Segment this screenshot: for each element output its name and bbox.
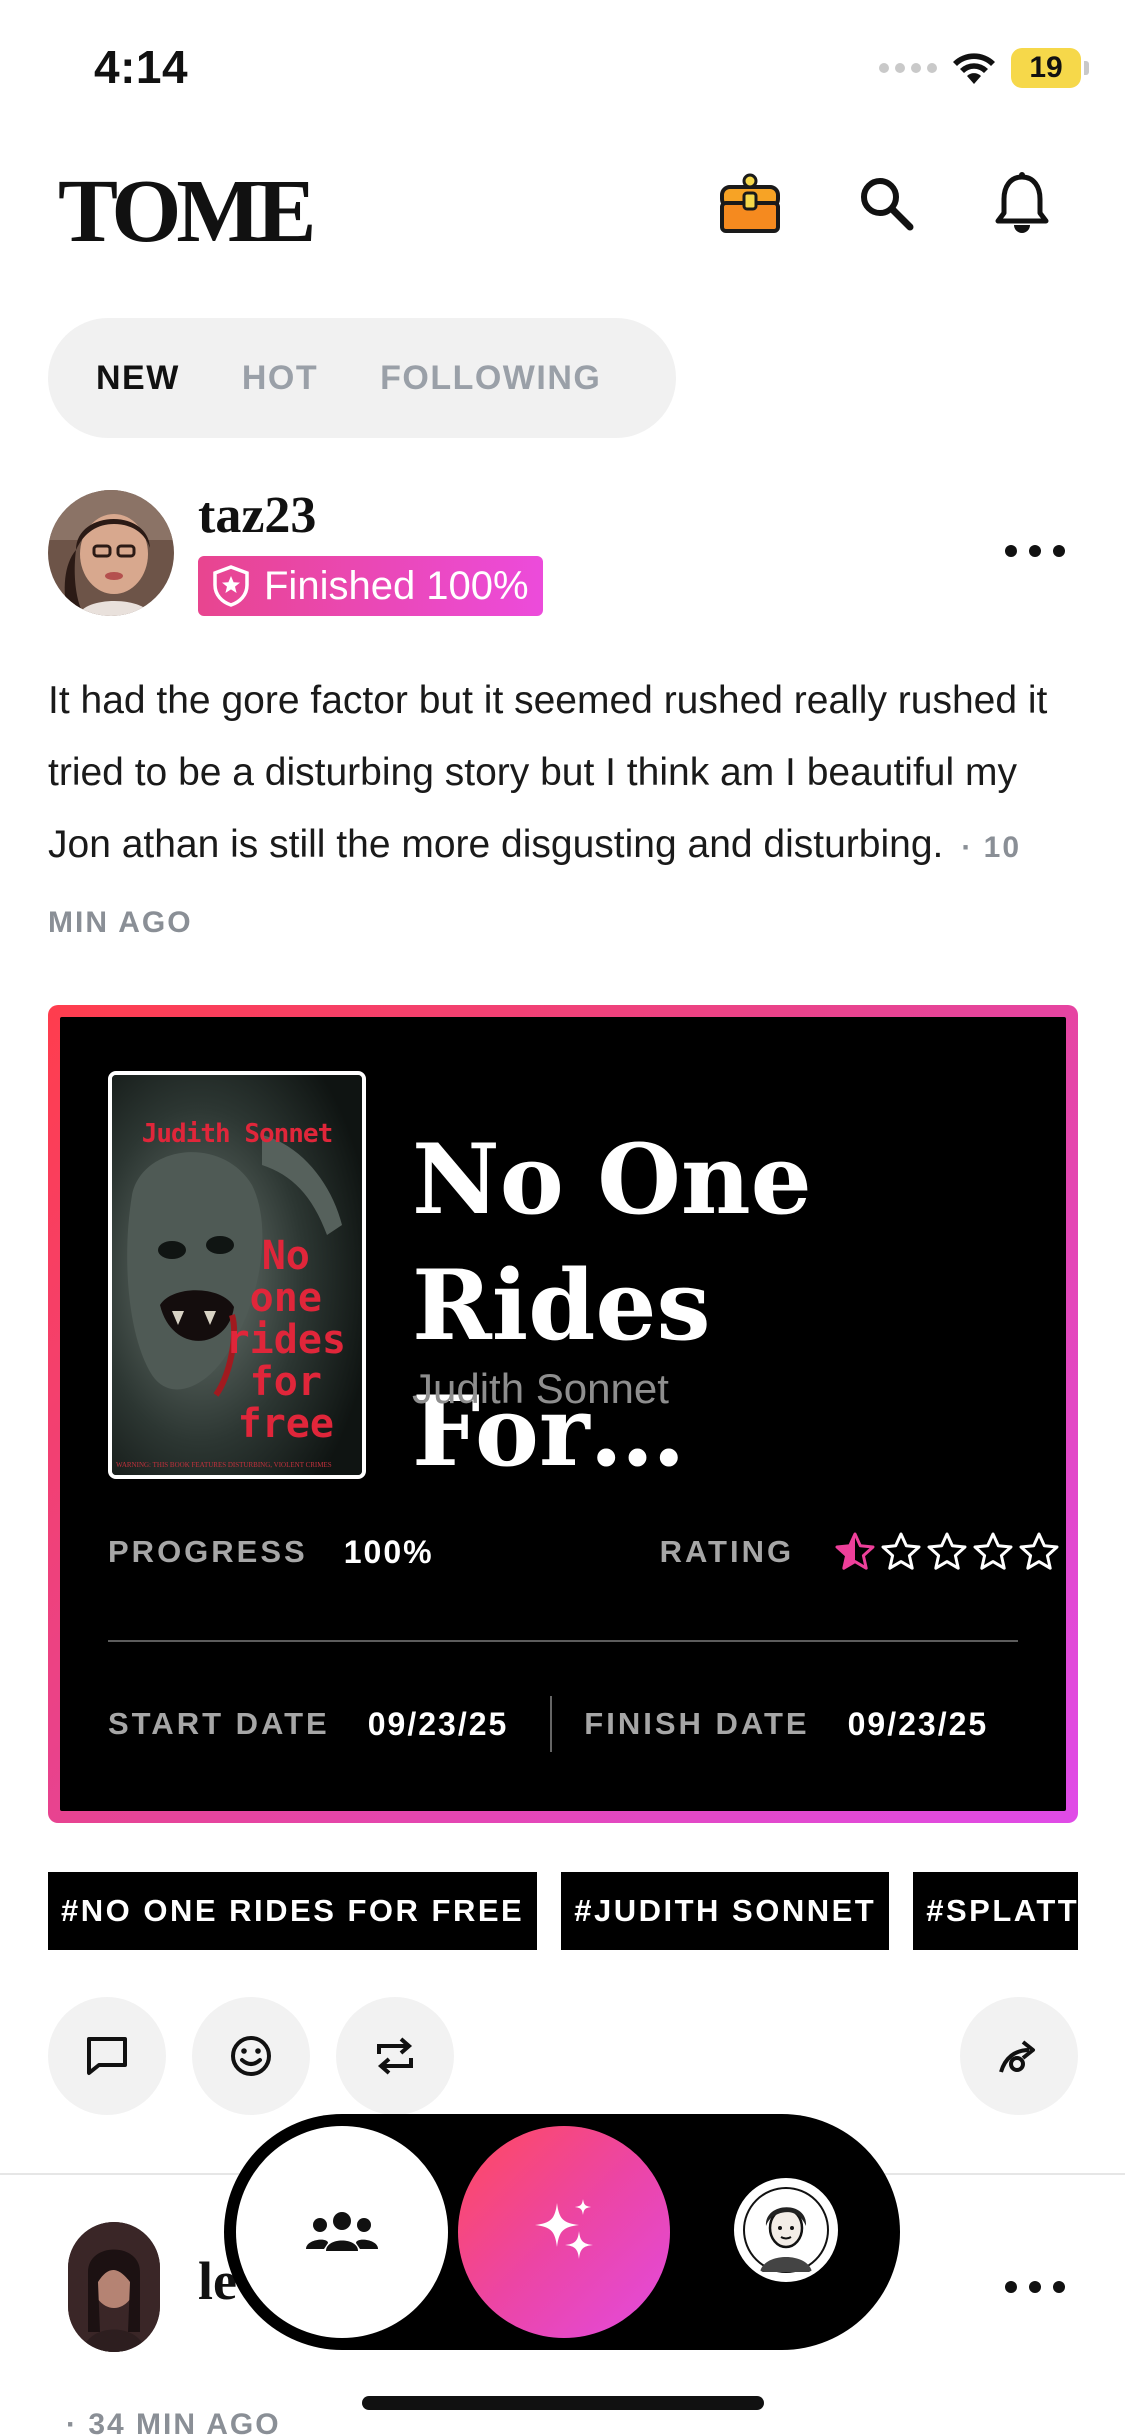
status-badge: Finished 100% [198,556,543,616]
nav-community-button[interactable] [236,2126,448,2338]
screen: 4:14 19 TOME NEW HOT FOLLOWING taz23 Fin… [0,0,1125,2436]
wifi-icon [953,53,995,84]
header-actions [717,170,1055,236]
react-button[interactable] [192,1997,310,2115]
tab-hot[interactable]: HOT [242,359,318,398]
share-icon [999,2040,1035,2073]
battery-indicator: 19 [1011,48,1089,88]
comment-button[interactable] [48,1997,166,2115]
home-indicator[interactable] [362,2396,764,2410]
start-date-value: 09/23/25 [367,1705,509,1742]
cover-title: No one rides for free [226,1235,346,1445]
status-bar: 4:14 19 [0,0,1125,140]
cover-title-line: rides [225,1317,346,1363]
hashtag-chip[interactable]: #NO ONE RIDES FOR FREE [48,1872,538,1950]
avatar[interactable] [48,490,174,616]
tab-following[interactable]: FOLLOWING [380,359,601,398]
cover-title-line: No [261,1233,310,1279]
rating-stars [834,1531,1060,1573]
book-title[interactable]: No One Rides For… [412,1117,1012,1495]
book-card-inner: Judith Sonnet No one rides for free WARN… [60,1017,1066,1811]
cover-warning: WARNING: THIS BOOK FEATURES DISTURBING, … [116,1461,332,1469]
divider [108,1640,1018,1642]
progress-label: PROGRESS [108,1534,308,1569]
cover-title-line: free [237,1401,334,1447]
hashtag-chip[interactable]: #SPLATT [913,1872,1078,1950]
rating-star-icon [1019,1532,1059,1570]
rating-star-icon [973,1532,1013,1570]
more-options-icon[interactable] [1005,2272,1065,2302]
feed-tabs: NEW HOT FOLLOWING [48,318,676,438]
bottom-nav [224,2114,900,2350]
start-date-label: START DATE [108,1706,330,1741]
post-actions [48,1997,1078,2115]
divider [550,1696,553,1752]
rating-star-icon [881,1532,921,1570]
repost-icon [377,2037,413,2075]
status-indicators: 19 [879,48,1089,88]
cover-title-line: for [249,1359,322,1405]
more-options-icon[interactable] [1005,536,1065,566]
profile-avatar [738,2182,834,2278]
sparkles-icon [535,2199,593,2259]
badge-label: Finished 100% [264,563,529,608]
nav-create-button[interactable] [458,2126,670,2338]
search-icon[interactable] [853,170,919,236]
book-card[interactable]: Judith Sonnet No one rides for free WARN… [48,1005,1078,1823]
post-time: · 34 MIN AGO [66,2408,281,2436]
share-button[interactable] [960,1997,1078,2115]
tab-new[interactable]: NEW [96,359,180,398]
book-author[interactable]: Judith Sonnet [412,1365,669,1413]
book-cover[interactable]: Judith Sonnet No one rides for free WARN… [108,1071,366,1479]
rating-label: RATING [659,1534,795,1569]
hashtag-chip[interactable]: #JUDITH SONNET [561,1872,890,1950]
post-text: It had the gore factor but it seemed rus… [48,679,1048,866]
status-time: 4:14 [94,41,189,93]
finish-date-value: 09/23/25 [847,1705,989,1742]
dates-row: START DATE 09/23/25 FINISH DATE 09/23/25 [108,1696,1018,1752]
treasure-chest-icon[interactable] [717,170,783,236]
rating-star-icon [835,1532,875,1570]
cover-title-line: one [249,1275,322,1321]
comment-icon [87,2037,127,2075]
post-username[interactable]: taz23 [198,486,316,545]
emoji-icon [231,2036,271,2076]
shield-star-icon [213,565,249,607]
repost-button[interactable] [336,1997,454,2115]
cover-author: Judith Sonnet [141,1119,334,1149]
hashtag-list: #NO ONE RIDES FOR FREE #JUDITH SONNET #S… [48,1872,1078,1950]
rating-star-icon [927,1532,967,1570]
avatar[interactable] [68,2222,160,2352]
app-logo[interactable]: TOME [58,160,316,263]
community-icon [306,2212,378,2251]
finish-date-label: FINISH DATE [584,1706,810,1741]
post-body: It had the gore factor but it seemed rus… [48,665,1078,959]
progress-rating-row: PROGRESS 100% RATING [108,1524,1059,1580]
progress-value: 100% [343,1533,434,1570]
nav-profile-button[interactable] [734,2178,838,2282]
cellular-signal-icon [879,63,937,73]
bell-icon[interactable] [989,170,1055,236]
